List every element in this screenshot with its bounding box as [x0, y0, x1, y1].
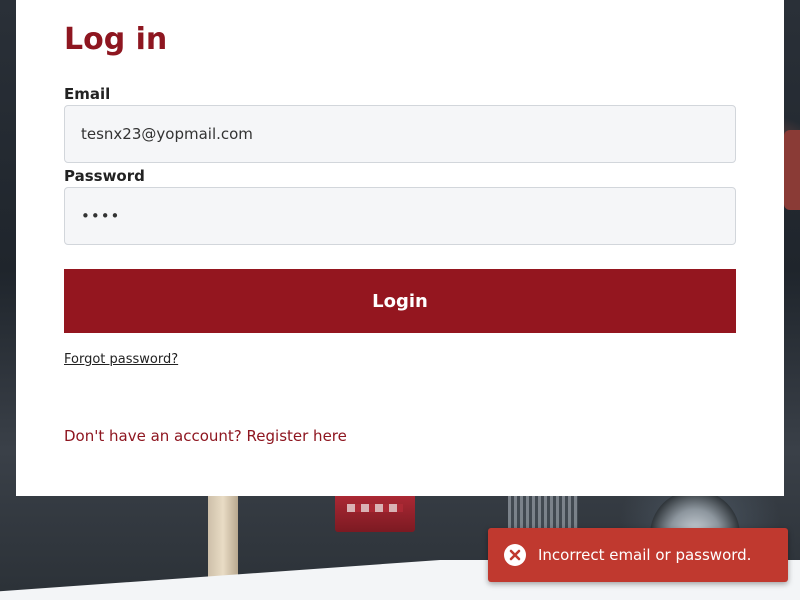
- forgot-password-link[interactable]: Forgot password?: [64, 351, 178, 369]
- error-circle-x-icon: [504, 544, 526, 566]
- page-title: Log in: [64, 22, 168, 57]
- email-label: Email: [64, 85, 111, 103]
- toast-message: Incorrect email or password.: [538, 546, 752, 564]
- background-truck-grille: [335, 492, 415, 532]
- email-field[interactable]: [64, 105, 736, 163]
- password-field[interactable]: [64, 187, 736, 245]
- login-button[interactable]: Login: [64, 269, 736, 333]
- register-link[interactable]: Don't have an account? Register here: [64, 426, 347, 446]
- background-truck-mirror: [784, 130, 800, 210]
- password-label: Password: [64, 167, 145, 185]
- error-toast[interactable]: Incorrect email or password.: [488, 528, 788, 582]
- background-truck-vent: [508, 490, 578, 530]
- login-card: Log in Email Password Login Forgot passw…: [16, 0, 784, 496]
